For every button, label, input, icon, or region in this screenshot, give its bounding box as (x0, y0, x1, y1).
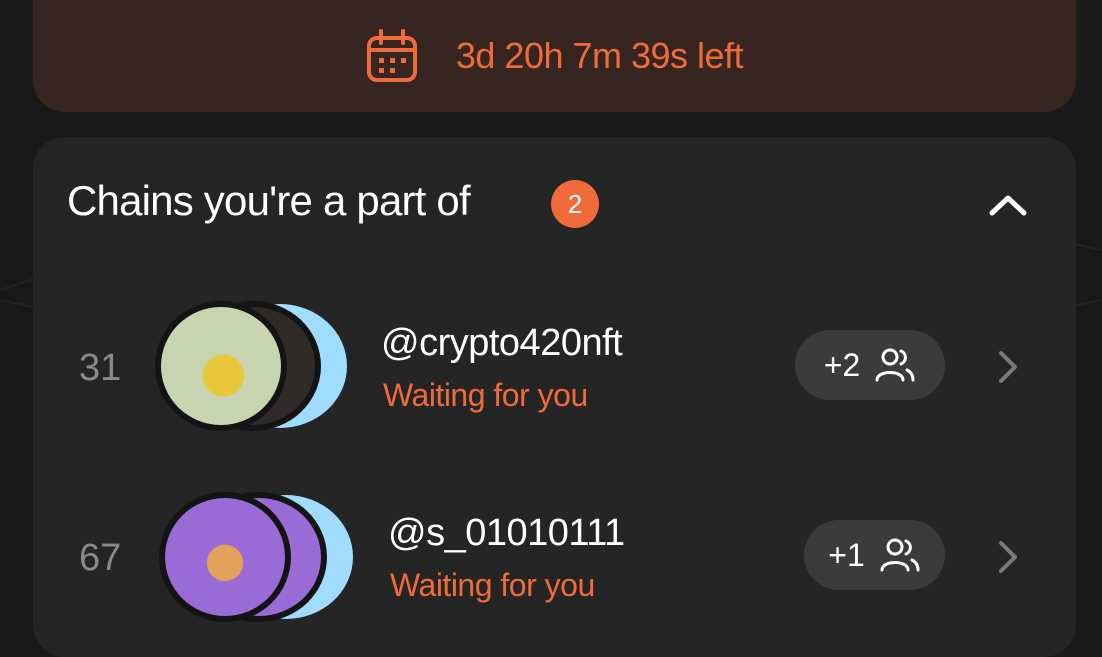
members-pill[interactable]: +1 (804, 520, 945, 590)
avatar-stack (155, 301, 355, 431)
chain-handle: @crypto420nft (381, 322, 623, 364)
avatar (155, 301, 287, 431)
chain-handle: @s_01010111 (388, 512, 625, 554)
chevron-right-icon[interactable] (995, 347, 1021, 387)
chain-row[interactable]: 31 @crypto420nft Waiting for you +2 (33, 290, 1076, 440)
chains-count-badge: 2 (551, 180, 599, 228)
chain-status: Waiting for you (383, 377, 588, 413)
avatar-stack (159, 492, 359, 622)
chain-status: Waiting for you (390, 567, 595, 603)
chain-rank: 31 (79, 347, 122, 389)
collapse-button[interactable] (983, 185, 1033, 225)
chain-rank: 67 (79, 537, 122, 579)
members-pill[interactable]: +2 (795, 330, 945, 400)
chevron-up-icon (989, 195, 1027, 216)
avatar (159, 492, 291, 622)
people-icon (880, 538, 920, 572)
chains-title: Chains you're a part of (67, 177, 471, 224)
extra-members-count: +1 (828, 536, 865, 573)
calendar-icon (366, 29, 417, 82)
extra-members-count: +2 (823, 346, 861, 383)
people-icon (875, 348, 915, 382)
chain-row[interactable]: 67 @s_01010111 Waiting for you +1 (33, 480, 1076, 630)
countdown-text: 3d 20h 7m 39s left (455, 35, 744, 76)
countdown-banner: 3d 20h 7m 39s left (33, 0, 1076, 112)
chains-card: Chains you're a part of 2 31 @crypto420n… (33, 137, 1076, 657)
chevron-right-icon[interactable] (995, 537, 1021, 577)
